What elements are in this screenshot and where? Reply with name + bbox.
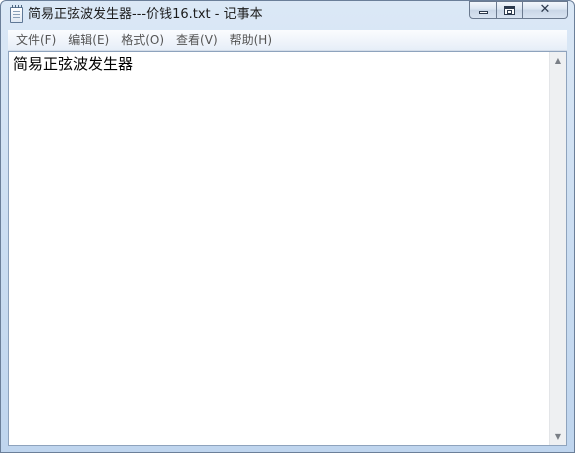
- vertical-scrollbar[interactable]: ▲ ▼: [549, 52, 566, 445]
- scroll-up-arrow-icon[interactable]: ▲: [550, 52, 566, 69]
- minimize-icon: [479, 11, 488, 14]
- text-editor[interactable]: 简易正弦波发生器: [9, 52, 549, 445]
- maximize-button[interactable]: [497, 1, 523, 19]
- notepad-window: 简易正弦波发生器---价钱16.txt - 记事本 ✕ 文件(F) 编辑(E) …: [0, 0, 575, 453]
- editor-area: 简易正弦波发生器 ▲ ▼: [8, 51, 567, 446]
- minimize-button[interactable]: [469, 1, 497, 19]
- title-bar[interactable]: 简易正弦波发生器---价钱16.txt - 记事本 ✕: [1, 1, 574, 30]
- notepad-icon[interactable]: [10, 5, 23, 23]
- menu-view[interactable]: 查看(V): [170, 30, 224, 50]
- close-icon: ✕: [539, 2, 551, 17]
- restore-icon: [504, 6, 515, 15]
- menu-help[interactable]: 帮助(H): [224, 30, 278, 50]
- menu-edit[interactable]: 编辑(E): [62, 30, 115, 50]
- menu-format[interactable]: 格式(O): [115, 30, 170, 50]
- caption-buttons: ✕: [469, 1, 568, 20]
- window-title: 简易正弦波发生器---价钱16.txt - 记事本: [28, 7, 263, 22]
- menu-file[interactable]: 文件(F): [8, 30, 62, 50]
- scroll-down-arrow-icon[interactable]: ▼: [550, 428, 566, 445]
- menu-bar: 文件(F) 编辑(E) 格式(O) 查看(V) 帮助(H): [8, 30, 567, 51]
- close-button[interactable]: ✕: [523, 1, 568, 19]
